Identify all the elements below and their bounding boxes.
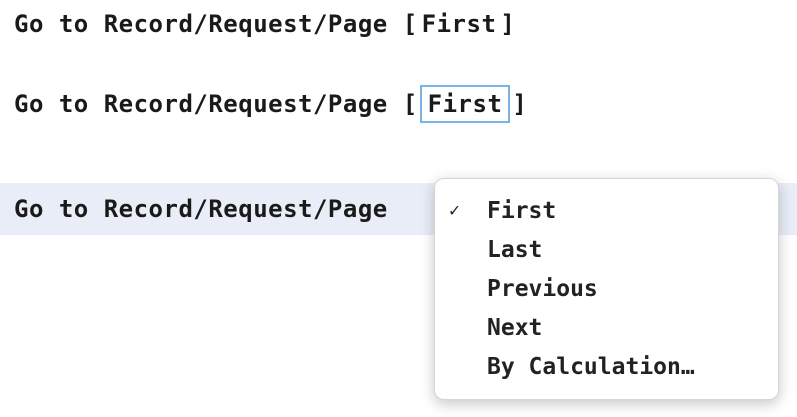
menu-item-last[interactable]: Last (435, 230, 778, 269)
step-parameter[interactable]: First (418, 10, 501, 38)
parameter-dropdown-menu[interactable]: ✓ First Last Previous Next By Calculatio… (434, 178, 779, 400)
menu-item-label: By Calculation… (487, 353, 695, 380)
close-bracket: ] (500, 10, 516, 38)
checkmark-icon: ✓ (449, 200, 460, 221)
close-bracket: ] (512, 90, 528, 118)
menu-item-label: Last (487, 236, 543, 263)
step-command: Go to Record/Request/Page (14, 10, 388, 38)
menu-item-first[interactable]: ✓ First (435, 191, 778, 230)
menu-item-label: First (487, 197, 557, 224)
step-command: Go to Record/Request/Page (14, 90, 388, 118)
menu-item-next[interactable]: Next (435, 308, 778, 347)
menu-item-by-calculation[interactable]: By Calculation… (435, 347, 778, 386)
step-parameter-focused[interactable]: First (419, 85, 511, 123)
menu-item-label: Previous (487, 275, 598, 302)
open-bracket: [ (402, 10, 418, 38)
step-command: Go to Record/Request/Page (14, 195, 388, 223)
open-bracket: [ (402, 90, 418, 118)
menu-item-label: Next (487, 314, 543, 341)
script-step-focused[interactable]: Go to Record/Request/Page [ First ] (0, 80, 527, 128)
menu-item-previous[interactable]: Previous (435, 269, 778, 308)
script-step-plain[interactable]: Go to Record/Request/Page [ First ] (0, 0, 515, 48)
